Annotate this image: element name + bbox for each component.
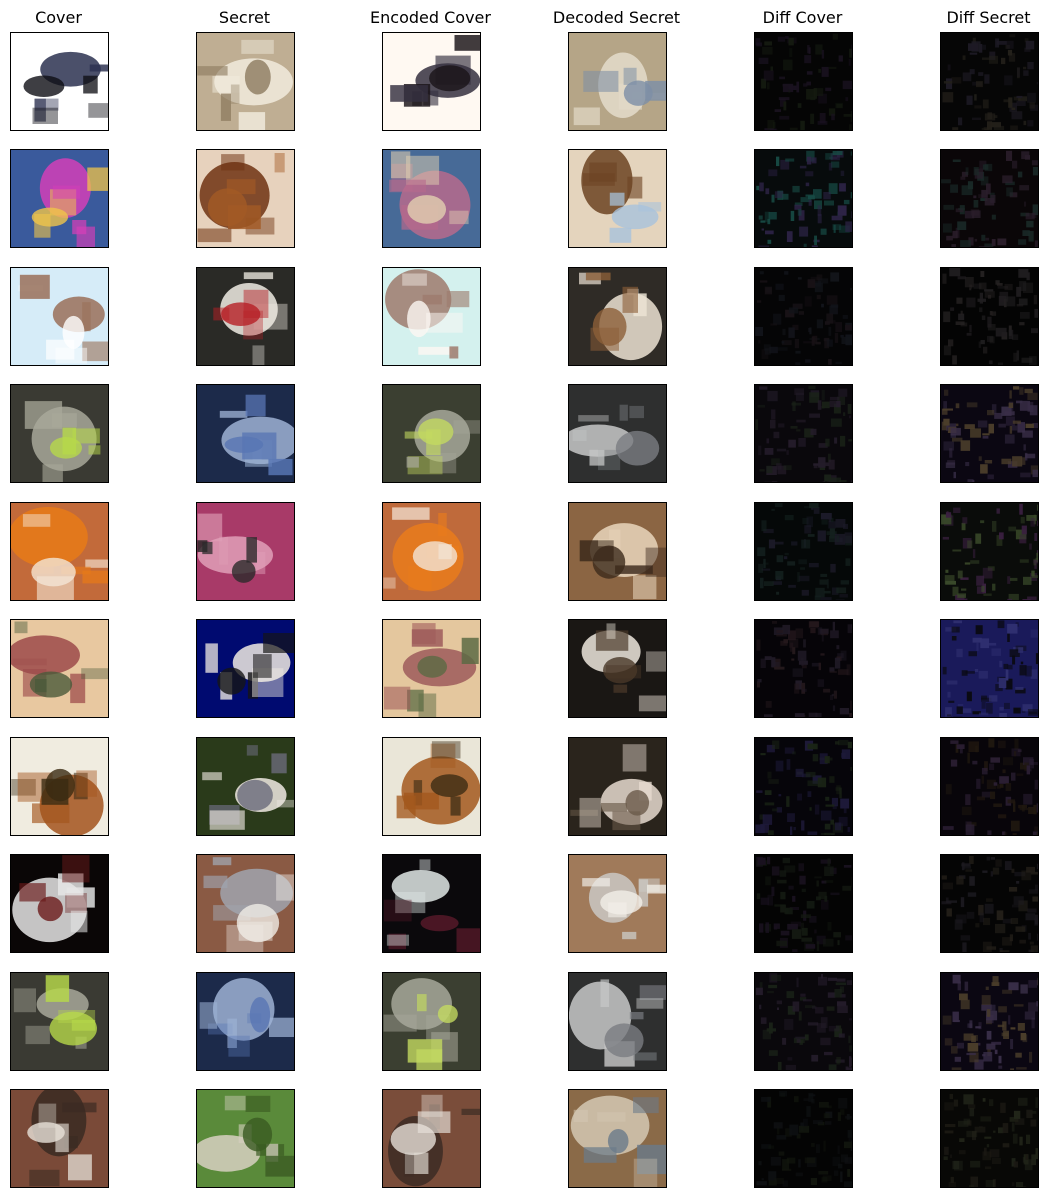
image-diff-secret-noise — [940, 267, 1039, 366]
image-cover-dollhouse — [10, 619, 109, 718]
image-diff-secret-noise — [940, 854, 1039, 953]
image-diff-secret-noise — [940, 384, 1039, 483]
image-secret-cockroach — [196, 149, 295, 248]
image-diff-cover-noise — [754, 854, 853, 953]
image-decoded-secret-park-sign — [568, 1089, 667, 1188]
image-diff-cover-noise — [754, 1089, 853, 1188]
column-title-diff-secret: Diff Secret — [946, 8, 1031, 27]
image-cover-floral-bag — [10, 149, 109, 248]
image-secret-sponge-block — [196, 619, 295, 718]
image-diff-secret-noise — [940, 972, 1039, 1071]
image-decoded-secret-cockroach — [568, 149, 667, 248]
image-decoded-secret-guinea-pig — [568, 737, 667, 836]
image-decoded-secret-car-console — [568, 384, 667, 483]
image-diff-secret-noise — [940, 149, 1039, 248]
image-diff-cover-noise — [754, 972, 853, 1071]
image-secret-fly-on-petal — [196, 502, 295, 601]
image-diff-cover-noise — [754, 737, 853, 836]
image-cover-atm-machine — [10, 384, 109, 483]
image-secret-car-console — [196, 972, 295, 1071]
image-secret-car-console — [196, 384, 295, 483]
image-secret-coral — [196, 32, 295, 131]
column-title-diff-cover: Diff Cover — [762, 8, 843, 27]
image-encoded-cover-atm-machine — [382, 384, 481, 483]
image-encoded-cover-football — [382, 267, 481, 366]
column-title-secret: Secret — [218, 8, 271, 27]
image-cover-bottle-shelf — [10, 737, 109, 836]
image-diff-cover-noise — [754, 267, 853, 366]
image-diff-cover-noise — [754, 619, 853, 718]
image-decoded-secret-sponge-block — [568, 619, 667, 718]
image-encoded-cover-atm-machine — [382, 972, 481, 1071]
image-decoded-secret-coral — [568, 32, 667, 131]
image-encoded-cover-floral-bag — [382, 149, 481, 248]
image-cover-football — [10, 267, 109, 366]
image-encoded-cover-drummer — [382, 854, 481, 953]
image-diff-cover-noise — [754, 32, 853, 131]
image-secret-koala — [196, 854, 295, 953]
image-diff-secret-noise — [940, 32, 1039, 131]
image-diff-cover-noise — [754, 502, 853, 601]
column-title-decoded-secret: Decoded Secret — [552, 8, 681, 27]
image-encoded-cover-bottle-shelf — [382, 737, 481, 836]
image-diff-secret-noise — [940, 619, 1039, 718]
image-encoded-cover-dollhouse — [382, 619, 481, 718]
image-encoded-cover-orange-pastry — [382, 502, 481, 601]
image-cover-brick-doorway — [10, 1089, 109, 1188]
image-cover-swim-goggles — [10, 32, 109, 131]
image-decoded-secret-koala — [568, 854, 667, 953]
image-secret-woman-seated — [196, 267, 295, 366]
image-secret-guinea-pig — [196, 737, 295, 836]
image-decoded-secret-woman-seated — [568, 267, 667, 366]
column-title-cover: Cover — [35, 8, 82, 27]
image-cover-orange-pastry — [10, 502, 109, 601]
image-diff-cover-noise — [754, 384, 853, 483]
image-encoded-cover-brick-doorway — [382, 1089, 481, 1188]
image-diff-secret-noise — [940, 737, 1039, 836]
image-decoded-secret-fly-on-petal — [568, 502, 667, 601]
image-diff-secret-noise — [940, 1089, 1039, 1188]
image-diff-secret-noise — [940, 502, 1039, 601]
image-encoded-cover-swim-goggles — [382, 32, 481, 131]
image-secret-park-sign — [196, 1089, 295, 1188]
image-diff-cover-noise — [754, 149, 853, 248]
column-title-encoded-cover: Encoded Cover — [370, 8, 491, 27]
image-cover-drummer — [10, 854, 109, 953]
image-cover-atm-machine — [10, 972, 109, 1071]
image-decoded-secret-car-console — [568, 972, 667, 1071]
